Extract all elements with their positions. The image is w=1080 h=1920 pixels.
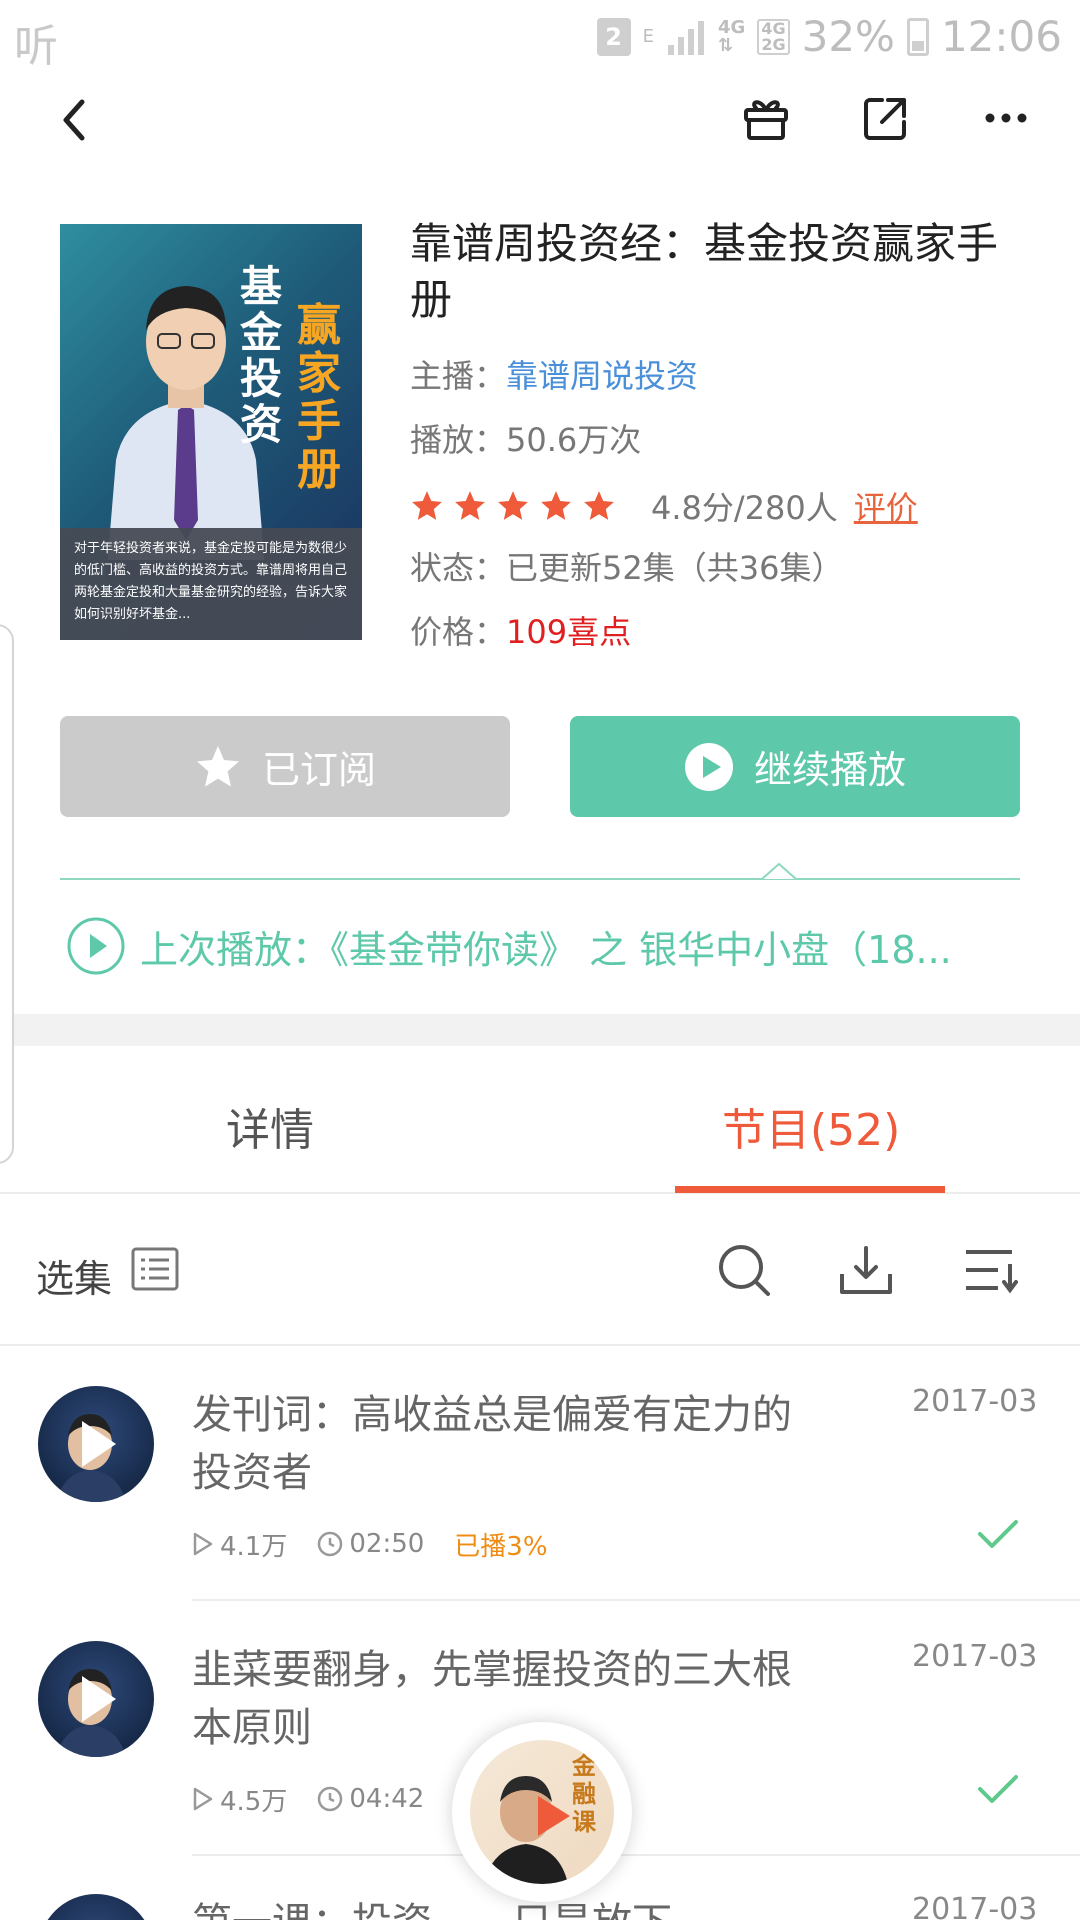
cover-title-white: 基金投资 [239,262,282,449]
episode-title: 发刊词：高收益总是偏爱有定力的投资者 [192,1392,792,1496]
divider [60,878,1020,880]
gift-icon[interactable] [736,88,796,148]
subscribed-button[interactable]: 已订阅 [60,716,510,817]
tab-programs[interactable]: 节目(52) [722,1094,900,1158]
star-icon [412,491,442,520]
plays-row: 播放：50.6万次 [410,418,641,462]
play-outline-icon [193,1532,213,1556]
price-value: 109喜点 [506,613,632,651]
sort-icon[interactable] [962,1242,1022,1298]
signal-icon [668,20,705,55]
status-row: 状态：已更新52集（共36集） [410,546,843,590]
side-drawer-handle[interactable] [0,624,14,1164]
episode-plays-value: 4.1万 [220,1531,288,1562]
price-row: 价格：109喜点 [410,610,631,654]
status-value: 已更新52集（共36集） [506,549,844,587]
nav-bar [0,72,1080,172]
episode-duration-value: 04:42 [349,1784,425,1814]
episode-duration: 04:42 [317,1784,424,1814]
share-external-icon[interactable] [856,88,916,148]
star-icon [196,745,239,787]
episode-stats: 4.5万 04:42 [192,1779,454,1819]
sim-badge: 2 [596,17,631,56]
clock: 12:06 [940,12,1062,61]
album-title: 靠谱周投资经：基金投资赢家手册 [410,219,999,324]
checkmark-icon [978,1775,1018,1803]
host-row: 主播：靠谱周说投资 [410,354,698,398]
status-icons: 2 E 4G ⇅ 4G 2G 32% 12:06 [596,12,1062,61]
host-label: 主播： [410,357,507,395]
battery-percent: 32% [801,12,895,61]
tab-bar: 详情 节目(52) [0,1046,1080,1194]
status-bar: 听 2 E 4G ⇅ 4G 2G 32% 12:06 [0,0,1080,72]
divider-notch [762,862,796,880]
star-icon [455,491,485,520]
episode-date: 2017-03 [912,1892,1038,1920]
episode-duration-value: 02:50 [349,1529,425,1559]
network-4g2g-label: 4G 2G [757,18,790,55]
episode-thumbnail[interactable] [38,1894,154,1920]
continue-play-button[interactable]: 继续播放 [570,716,1020,817]
star-icon [584,491,614,520]
subscribed-label: 已订阅 [261,748,376,792]
course-avatar: 金融课 [470,1740,614,1884]
continue-play-label: 继续播放 [753,748,906,792]
net-4g-text: 4G [718,16,746,38]
rating-row: 4.8分/280人 评价 [410,484,918,528]
status-label: 状态： [410,549,507,587]
play-icon [538,1796,570,1836]
cover-title-orange: 赢家手册 [297,300,341,495]
download-icon[interactable] [838,1242,894,1298]
play-circle-icon [684,742,733,791]
list-icon[interactable] [130,1246,180,1292]
play-circle-outline-icon [67,917,125,975]
app-notification-icon: 听 [14,21,58,72]
rating-text: 4.8分/280人 [651,489,838,527]
clock-icon [318,1531,343,1557]
plays-label: 播放： [410,421,507,459]
host-link[interactable]: 靠谱周说投资 [506,357,698,395]
search-icon[interactable] [716,1242,772,1298]
episode-date: 2017-03 [912,1384,1038,1419]
course-label: 金融课 [572,1752,596,1836]
episode-toolbar: 选集 [0,1196,1080,1346]
play-icon [82,1676,116,1722]
episode-plays-value: 4.5万 [220,1786,288,1817]
star-icon [541,491,571,520]
plays-count: 50.6万次 [506,421,642,459]
play-outline-icon [193,1787,213,1811]
chevron-left-icon[interactable] [48,90,108,150]
episode-thumbnail[interactable] [38,1386,154,1502]
checkmark-icon [978,1520,1018,1548]
episode-title: 第一课：投资……只是放下 [192,1894,812,1920]
clock-icon [318,1786,343,1812]
section-gap [0,1014,1080,1046]
episode-thumbnail[interactable] [38,1641,154,1757]
net-2g-bottom: 2G [761,34,786,54]
episode-progress: 已播3% [454,1531,548,1562]
last-played-row[interactable]: 上次播放：《基金带你读》 之 银华中小盘（18... [66,916,1020,976]
episode-duration: 02:50 [317,1529,424,1559]
episode-date: 2017-03 [912,1639,1038,1674]
tab-active-indicator [675,1186,945,1193]
net-arrows: ⇅ [718,34,734,56]
star-icon [498,491,528,520]
floating-course-widget[interactable]: 金融课 [452,1722,632,1902]
episode-item[interactable]: 发刊词：高收益总是偏爱有定力的投资者 2017-03 4.1万 02:50 已播… [0,1346,1080,1601]
network-e-label: E [642,25,655,47]
battery-icon [906,17,929,56]
play-icon [82,1421,116,1467]
more-dots-icon[interactable] [976,88,1036,148]
tab-detail[interactable]: 详情 [226,1094,314,1158]
last-played-text: 上次播放：《基金带你读》 之 银华中小盘（18... [140,927,952,972]
select-episodes-label[interactable]: 选集 [36,1248,112,1303]
cover-blurb: 对于年轻投资者来说，基金定投可能是为数很少的低门槛、高收益的投资方式。靠谱周将用… [60,528,362,640]
album-cover[interactable]: 基金投资 赢家手册 对于年轻投资者来说，基金定投可能是为数很少的低门槛、高收益的… [60,224,362,640]
network-4g-label: 4G ⇅ [718,16,746,56]
episode-plays: 4.5万 [192,1781,287,1818]
episode-plays: 4.1万 [192,1526,287,1563]
rate-link[interactable]: 评价 [854,483,918,529]
episode-stats: 4.1万 02:50 已播3% [192,1524,548,1564]
price-label: 价格： [410,613,507,651]
